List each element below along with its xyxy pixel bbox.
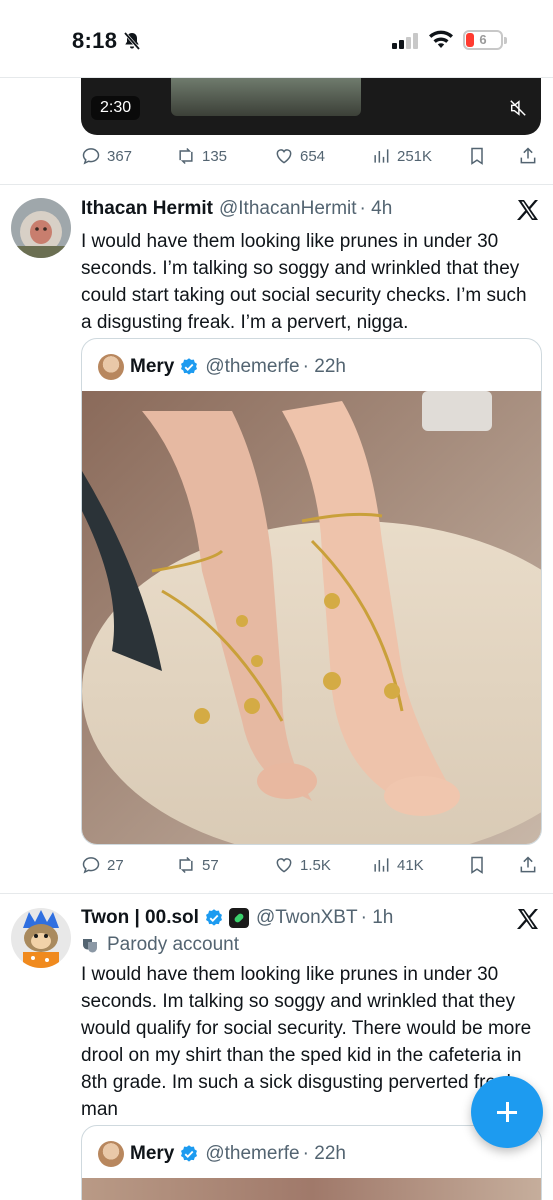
video-player[interactable]: 2:30 [81,78,541,135]
share-button[interactable] [518,855,538,875]
x-logo-icon [517,909,538,929]
divider [0,893,553,894]
reply-icon [82,857,100,874]
views-icon [374,149,389,163]
reply-count: 367 [107,147,133,165]
repost-icon [179,856,193,874]
quote-author-name: Mery [130,1143,175,1164]
bookmark-icon [471,856,483,874]
verified-icon [181,1145,198,1162]
repost-button[interactable]: 135 [176,146,227,166]
share-icon [520,147,536,164]
bell-off-icon [123,32,141,50]
quote-avatar [98,354,124,380]
views-button[interactable]: 251K [371,146,432,166]
monkey-avatar-image [11,198,71,258]
like-button[interactable]: 1.5K [274,855,331,875]
quoted-tweet[interactable]: Mery @themerfe · 22h [81,338,542,845]
status-bar: 8:18 6 [0,0,553,78]
author-handle[interactable]: @TwonXBT [256,907,358,929]
reply-count: 27 [107,856,124,874]
like-count: 654 [300,147,326,165]
signal-icon [392,33,418,49]
tweet-text: I would have them looking like prunes in… [81,231,527,333]
wifi-icon [429,30,453,48]
affiliate-badge-icon [228,908,249,928]
quote-time: · 22h [302,1143,346,1164]
bookmark-button[interactable] [467,146,487,166]
repost-icon [179,147,193,165]
verified-icon [181,358,198,375]
views-count: 41K [397,856,424,874]
avatar[interactable] [11,198,71,258]
battery-level: 6 [479,32,487,47]
tweet-actions: 27 57 1.5K 41K [81,855,543,879]
repost-count: 57 [202,856,219,874]
author-name[interactable]: Twon | 00.sol [81,907,199,929]
battery-icon: 6 [463,30,507,50]
feet-photo [82,391,541,844]
reply-button[interactable]: 367 [81,146,132,166]
video-frame [171,78,361,116]
quote-author-handle: @themerfe [205,356,300,377]
cartoon-avatar-image [11,908,71,968]
like-button[interactable]: 654 [274,146,325,166]
repost-count: 135 [202,147,228,165]
quote-header: Mery @themerfe · 22h [98,354,346,380]
quote-time: · 22h [302,356,346,377]
views-button[interactable]: 41K [371,855,424,875]
parody-label: Parody account [81,934,239,956]
quote-author-handle: @themerfe [205,1143,300,1164]
quote-header: Mery @themerfe · 22h [98,1141,346,1167]
author-handle[interactable]: @IthacanHermit [219,198,357,220]
tweet-time: · 1h [360,907,394,928]
quote-author-name: Mery [130,356,175,377]
x-logo-icon [517,200,538,220]
views-icon [374,858,389,872]
parody-text: Parody account [107,934,240,955]
bookmark-button[interactable] [467,855,487,875]
repost-button[interactable]: 57 [176,855,219,875]
tweet-header: Twon | 00.sol @TwonXBT · 1h [81,907,393,929]
reply-icon [82,148,100,165]
status-time: 8:18 [72,28,118,53]
theater-mask-icon [83,939,97,953]
tweet-time: · 4h [359,198,393,219]
author-name[interactable]: Ithacan Hermit [81,198,213,220]
compose-button[interactable] [471,1076,543,1148]
views-count: 251K [397,147,433,165]
like-icon [276,858,292,873]
mute-icon[interactable] [509,99,527,117]
quoted-tweet[interactable]: Mery @themerfe · 22h [81,1125,542,1200]
video-duration: 2:30 [91,96,141,120]
avatar[interactable] [11,908,71,968]
like-count: 1.5K [300,856,331,874]
verified-icon [205,909,222,926]
reply-button[interactable]: 27 [81,855,124,875]
tweet-text: I would have them looking like prunes in… [81,964,532,1120]
quote-media-image[interactable] [82,391,541,844]
share-button[interactable] [518,146,538,166]
tweet-header: Ithacan Hermit @IthacanHermit · 4h [81,198,392,220]
bookmark-icon [471,147,483,165]
quote-avatar [98,1141,124,1167]
divider [0,184,553,185]
share-icon [520,856,536,873]
quote-media-image[interactable] [82,1178,541,1200]
like-icon [276,149,292,164]
tweet-actions: 367 135 654 251K [81,146,543,170]
